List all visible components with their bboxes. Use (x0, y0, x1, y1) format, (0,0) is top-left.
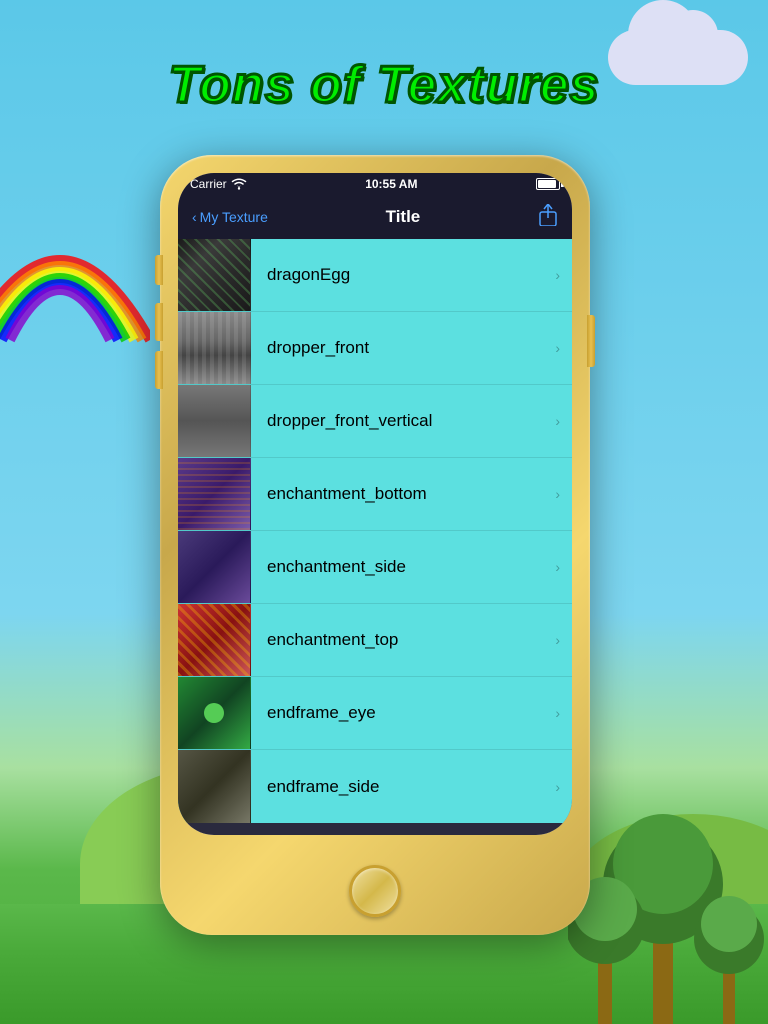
home-button[interactable] (349, 865, 401, 917)
volume-up-button[interactable] (155, 303, 163, 341)
tree-group (568, 724, 768, 1024)
chevron-right-icon: › (555, 458, 572, 530)
item-name: enchantment_side (251, 531, 555, 603)
chevron-right-icon: › (555, 531, 572, 603)
list-item[interactable]: dropper_front_vertical › (178, 385, 572, 458)
item-thumbnail (178, 458, 251, 530)
power-button[interactable] (587, 315, 595, 367)
phone-screen: Carrier 10:55 AM ‹ My Texture (178, 173, 572, 835)
volume-down-button[interactable] (155, 351, 163, 389)
chevron-right-icon: › (555, 385, 572, 457)
battery-fill (538, 180, 556, 188)
item-name: dropper_front (251, 312, 555, 384)
wifi-icon (231, 178, 247, 190)
chevron-right-icon: › (555, 239, 572, 311)
texture-list: dragonEgg › dropper_front › dropper_fron… (178, 239, 572, 835)
navigation-bar: ‹ My Texture Title (178, 195, 572, 239)
list-item[interactable]: enchantment_bottom › (178, 458, 572, 531)
status-bar: Carrier 10:55 AM (178, 173, 572, 195)
list-item[interactable]: enchantment_top › (178, 604, 572, 677)
item-thumbnail (178, 604, 251, 676)
chevron-right-icon: › (555, 677, 572, 749)
chevron-right-icon: › (555, 312, 572, 384)
item-name: endframe_side (251, 750, 555, 823)
item-thumbnail (178, 385, 251, 457)
back-label: My Texture (200, 209, 268, 225)
list-item[interactable]: endframe_eye › (178, 677, 572, 750)
share-icon (538, 204, 558, 226)
item-name: enchantment_top (251, 604, 555, 676)
carrier-label: Carrier (190, 177, 227, 191)
item-thumbnail (178, 531, 251, 603)
list-item[interactable]: dragonEgg › (178, 239, 572, 312)
page-title: Tons of Textures (0, 55, 768, 115)
mute-button[interactable] (155, 255, 163, 285)
item-thumbnail (178, 677, 251, 749)
battery-icon (536, 178, 560, 190)
item-thumbnail (178, 239, 251, 311)
back-chevron-icon: ‹ (192, 209, 197, 225)
item-thumbnail (178, 750, 251, 823)
phone-frame: Carrier 10:55 AM ‹ My Texture (160, 155, 590, 935)
list-item[interactable]: enchantment_side › (178, 531, 572, 604)
status-right (536, 178, 560, 190)
item-name: dragonEgg (251, 239, 555, 311)
list-item[interactable]: endframe_side › (178, 750, 572, 823)
list-item[interactable]: dropper_front › (178, 312, 572, 385)
status-time: 10:55 AM (365, 177, 417, 191)
item-name: dropper_front_vertical (251, 385, 555, 457)
status-left: Carrier (190, 177, 247, 191)
item-thumbnail (178, 312, 251, 384)
chevron-right-icon: › (555, 750, 572, 823)
chevron-right-icon: › (555, 604, 572, 676)
item-name: endframe_eye (251, 677, 555, 749)
back-button[interactable]: ‹ My Texture (192, 209, 268, 225)
share-button[interactable] (538, 204, 558, 231)
item-name: enchantment_bottom (251, 458, 555, 530)
rainbow-decoration (0, 160, 150, 360)
nav-title: Title (386, 207, 421, 227)
